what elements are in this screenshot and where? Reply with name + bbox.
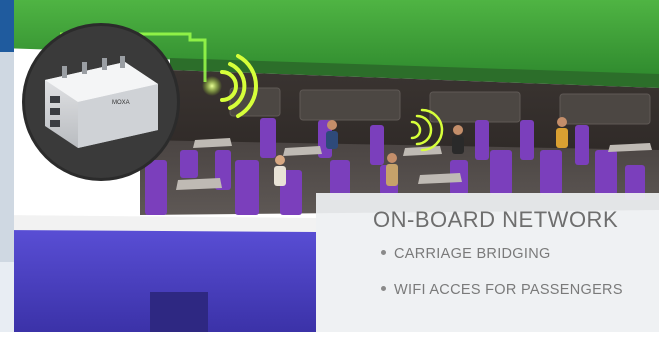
- carriage-door-window: [150, 292, 208, 332]
- bullet-dot: [381, 249, 386, 255]
- caption-bullet-1: CARRIAGE BRIDGING: [381, 246, 551, 262]
- left-edge-strip: [0, 0, 14, 332]
- left-blue-tab: [0, 0, 14, 52]
- caption-bullet-1-text: CARRIAGE BRIDGING: [394, 246, 551, 262]
- left-gray-band: [0, 52, 14, 262]
- carriage-stripe: [0, 215, 316, 232]
- device-brand-label: MOXA: [112, 100, 130, 106]
- caption-title: ON-BOARD NETWORK: [373, 207, 619, 232]
- bullet-dot: [381, 285, 386, 291]
- caption-bullet-2-text: WIFI ACCES FOR PASSENGERS: [394, 282, 623, 298]
- caption-bullet-2: WIFI ACCES FOR PASSENGERS: [381, 282, 623, 298]
- access-point-glow: [202, 76, 222, 96]
